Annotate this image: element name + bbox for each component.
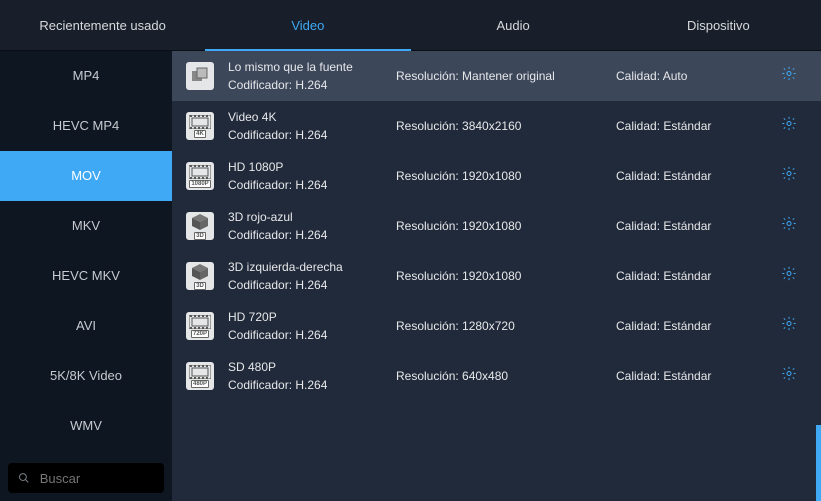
gear-icon: [781, 219, 797, 236]
settings-button[interactable]: [781, 316, 797, 337]
profile-icon: 3D: [186, 212, 214, 240]
gear-icon: [781, 119, 797, 136]
profile-icon: 720P: [186, 312, 214, 340]
sidebar-item-5k-8k-video[interactable]: 5K/8K Video: [0, 351, 172, 401]
sidebar-item-mkv[interactable]: MKV: [0, 201, 172, 251]
sidebar-item-avi[interactable]: AVI: [0, 301, 172, 351]
profile-icon: 4K: [186, 112, 214, 140]
profile-encoder: Codificador: H.264: [228, 76, 396, 94]
profile-resolution: Resolución: 1920x1080: [396, 219, 616, 233]
search-input[interactable]: [40, 471, 154, 486]
settings-button[interactable]: [781, 66, 797, 87]
gear-icon: [781, 269, 797, 286]
gear-icon: [781, 369, 797, 386]
profile-icon: 3D: [186, 262, 214, 290]
profile-encoder: Codificador: H.264: [228, 276, 396, 294]
profiles-list: Lo mismo que la fuenteCodificador: H.264…: [172, 51, 821, 501]
settings-button[interactable]: [781, 166, 797, 187]
profile-title: 3D izquierda-derecha: [228, 258, 396, 276]
profile-row[interactable]: 720P HD 720PCodificador: H.264Resolución:…: [172, 301, 821, 351]
profile-resolution: Resolución: Mantener original: [396, 69, 616, 83]
profile-encoder: Codificador: H.264: [228, 176, 396, 194]
profile-icon: 1080P: [186, 162, 214, 190]
profile-row[interactable]: 1080P HD 1080PCodificador: H.264Resolució…: [172, 151, 821, 201]
profile-row[interactable]: 3D 3D izquierda-derechaCodificador: H.264…: [172, 251, 821, 301]
sidebar-item-mov[interactable]: MOV: [0, 151, 172, 201]
top-tabs: Recientemente usado Video Audio Disposit…: [0, 0, 821, 51]
profile-title: 3D rojo-azul: [228, 208, 396, 226]
accent-bar: [816, 425, 821, 501]
search-box[interactable]: [8, 463, 164, 493]
tab-video[interactable]: Video: [205, 0, 410, 51]
profile-resolution: Resolución: 640x480: [396, 369, 616, 383]
profile-row[interactable]: 4K Video 4KCodificador: H.264Resolución: …: [172, 101, 821, 151]
profile-row[interactable]: Lo mismo que la fuenteCodificador: H.264…: [172, 51, 821, 101]
profile-title: Lo mismo que la fuente: [228, 58, 396, 76]
profile-title: SD 480P: [228, 358, 396, 376]
profile-title: HD 720P: [228, 308, 396, 326]
gear-icon: [781, 169, 797, 186]
sidebar-item-wmv[interactable]: WMV: [0, 401, 172, 451]
profile-quality: Calidad: Estándar: [616, 119, 736, 133]
profile-quality: Calidad: Estándar: [616, 369, 736, 383]
settings-button[interactable]: [781, 116, 797, 137]
profile-resolution: Resolución: 1920x1080: [396, 169, 616, 183]
sidebar: MP4HEVC MP4MOVMKVHEVC MKVAVI5K/8K VideoW…: [0, 51, 172, 501]
profile-encoder: Codificador: H.264: [228, 376, 396, 394]
profile-encoder: Codificador: H.264: [228, 226, 396, 244]
profile-title: HD 1080P: [228, 158, 396, 176]
profile-quality: Calidad: Estándar: [616, 269, 736, 283]
profile-encoder: Codificador: H.264: [228, 126, 396, 144]
settings-button[interactable]: [781, 216, 797, 237]
tab-audio[interactable]: Audio: [411, 0, 616, 51]
profile-quality: Calidad: Estándar: [616, 219, 736, 233]
profile-title: Video 4K: [228, 108, 396, 126]
profile-row[interactable]: 480P SD 480PCodificador: H.264Resolución:…: [172, 351, 821, 401]
profile-icon: 480P: [186, 362, 214, 390]
profile-icon: [186, 62, 214, 90]
profile-encoder: Codificador: H.264: [228, 326, 396, 344]
sidebar-item-hevc-mp4[interactable]: HEVC MP4: [0, 101, 172, 151]
profile-quality: Calidad: Estándar: [616, 169, 736, 183]
sidebar-item-mp4[interactable]: MP4: [0, 51, 172, 101]
profile-resolution: Resolución: 1280x720: [396, 319, 616, 333]
profile-quality: Calidad: Auto: [616, 69, 736, 83]
profile-quality: Calidad: Estándar: [616, 319, 736, 333]
tab-recent[interactable]: Recientemente usado: [0, 0, 205, 51]
settings-button[interactable]: [781, 266, 797, 287]
tab-device[interactable]: Dispositivo: [616, 0, 821, 51]
profile-resolution: Resolución: 1920x1080: [396, 269, 616, 283]
gear-icon: [781, 69, 797, 86]
sidebar-item-hevc-mkv[interactable]: HEVC MKV: [0, 251, 172, 301]
search-icon: [18, 471, 30, 485]
profile-resolution: Resolución: 3840x2160: [396, 119, 616, 133]
profile-row[interactable]: 3D 3D rojo-azulCodificador: H.264Resoluci…: [172, 201, 821, 251]
settings-button[interactable]: [781, 366, 797, 387]
gear-icon: [781, 319, 797, 336]
